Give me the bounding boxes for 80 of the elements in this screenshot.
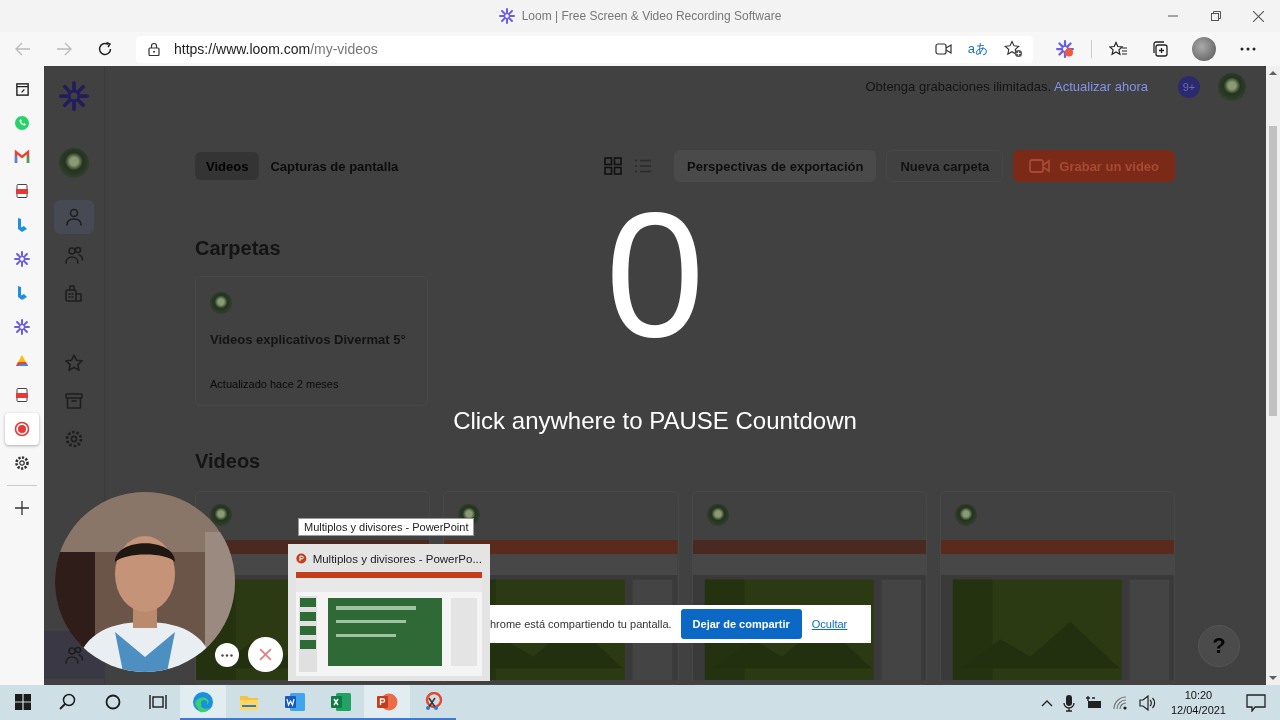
video-camera-icon xyxy=(1029,159,1052,173)
chat-bubble-icon xyxy=(14,115,30,131)
starburst-icon xyxy=(1056,40,1074,58)
clock-time[interactable]: 10:20 xyxy=(1184,687,1213,703)
back-arrow-icon xyxy=(15,42,31,56)
video-avatar xyxy=(954,504,977,526)
settings-icon xyxy=(14,455,30,471)
people-icon xyxy=(64,645,84,665)
lock-icon xyxy=(148,42,160,56)
taskbar-app[interactable] xyxy=(180,685,226,720)
sharing-message: hrome está compartiendo tu pantalla. xyxy=(490,618,672,630)
search-icon xyxy=(59,693,76,710)
preview-title: Multiplos y divisores - PowerPo... xyxy=(312,552,482,565)
video-avatar xyxy=(210,504,232,526)
add-icon xyxy=(15,501,29,515)
starburst-icon xyxy=(59,81,89,111)
pdf-icon xyxy=(14,387,30,403)
address-field[interactable]: https://www.loom.com/my-videos aあ xyxy=(136,35,1033,63)
browser-icon xyxy=(192,690,214,713)
user-avatar[interactable] xyxy=(1218,72,1246,101)
profile-avatar[interactable] xyxy=(1192,37,1216,61)
document-app-icon xyxy=(284,691,306,712)
starburst-icon xyxy=(14,251,30,267)
favorite-add-icon[interactable] xyxy=(1004,40,1023,58)
scroll-up-icon[interactable] xyxy=(1269,70,1277,76)
url-text: https://www.loom.com/my-videos xyxy=(174,41,378,57)
collections-icon xyxy=(1151,40,1169,58)
more-icon xyxy=(221,653,233,657)
video-camera-icon[interactable] xyxy=(934,43,952,55)
sidebar-button[interactable] xyxy=(5,413,39,445)
triangle-icon xyxy=(14,354,30,368)
more-icon xyxy=(1240,47,1256,51)
task-view-icon xyxy=(148,693,167,710)
favorites-icon xyxy=(1108,40,1128,58)
ring-icon xyxy=(104,693,121,710)
mail-icon xyxy=(14,150,30,164)
upgrade-link[interactable]: Actualizar ahora xyxy=(1054,79,1148,94)
tooltip: Multiplos y divisores - PowerPoint xyxy=(298,518,475,536)
pdf-icon xyxy=(14,183,30,199)
translate-icon[interactable]: aあ xyxy=(967,40,988,58)
people-icon xyxy=(64,245,84,265)
hide-link[interactable]: Ocultar xyxy=(811,618,848,630)
b-logo-icon xyxy=(15,217,29,233)
starburst-icon xyxy=(498,8,515,24)
reload-icon xyxy=(97,41,113,57)
countdown-number[interactable]: 0 xyxy=(555,186,755,364)
scroll-down-icon[interactable] xyxy=(1269,675,1277,681)
microphone-icon[interactable] xyxy=(1062,693,1075,712)
notification-icon[interactable] xyxy=(1246,693,1266,712)
close-icon xyxy=(1253,10,1264,22)
window-preview[interactable]: Multiplos y divisores - PowerPo... xyxy=(288,544,490,681)
starburst-icon xyxy=(14,319,30,335)
b-logo-icon xyxy=(15,285,29,301)
restore-icon xyxy=(1210,11,1221,21)
building-icon xyxy=(64,283,84,303)
windows-icon xyxy=(14,693,31,710)
chevron-up-icon[interactable] xyxy=(1040,698,1053,707)
record-icon xyxy=(14,421,30,437)
folder-avatar xyxy=(210,292,232,314)
taskbar-app[interactable] xyxy=(364,685,410,720)
scissors-icon xyxy=(423,691,443,712)
workspace-avatar[interactable] xyxy=(59,148,89,178)
forward-arrow-icon xyxy=(56,42,72,56)
clock-date[interactable]: 12/04/2021 xyxy=(1170,702,1226,718)
document-icon xyxy=(14,81,30,97)
close-icon xyxy=(259,648,272,661)
person-icon xyxy=(64,207,84,227)
countdown-hint[interactable]: Click anywhere to PAUSE Countdown xyxy=(330,407,980,435)
spreadsheet-app-icon xyxy=(330,691,352,712)
speaker-icon[interactable] xyxy=(1138,694,1157,711)
battery-icon[interactable] xyxy=(1084,695,1103,710)
presentation-app-icon xyxy=(296,551,307,566)
wifi-icon[interactable] xyxy=(1112,695,1129,710)
archive-icon xyxy=(64,391,84,411)
settings-icon xyxy=(64,429,84,449)
star-icon xyxy=(64,353,84,373)
window-title: Loom | Free Screen & Video Recording Software xyxy=(521,9,782,23)
presentation-app-icon xyxy=(376,691,398,712)
stop-sharing-button[interactable]: Dejar de compartir xyxy=(680,609,802,639)
video-avatar xyxy=(706,504,729,526)
